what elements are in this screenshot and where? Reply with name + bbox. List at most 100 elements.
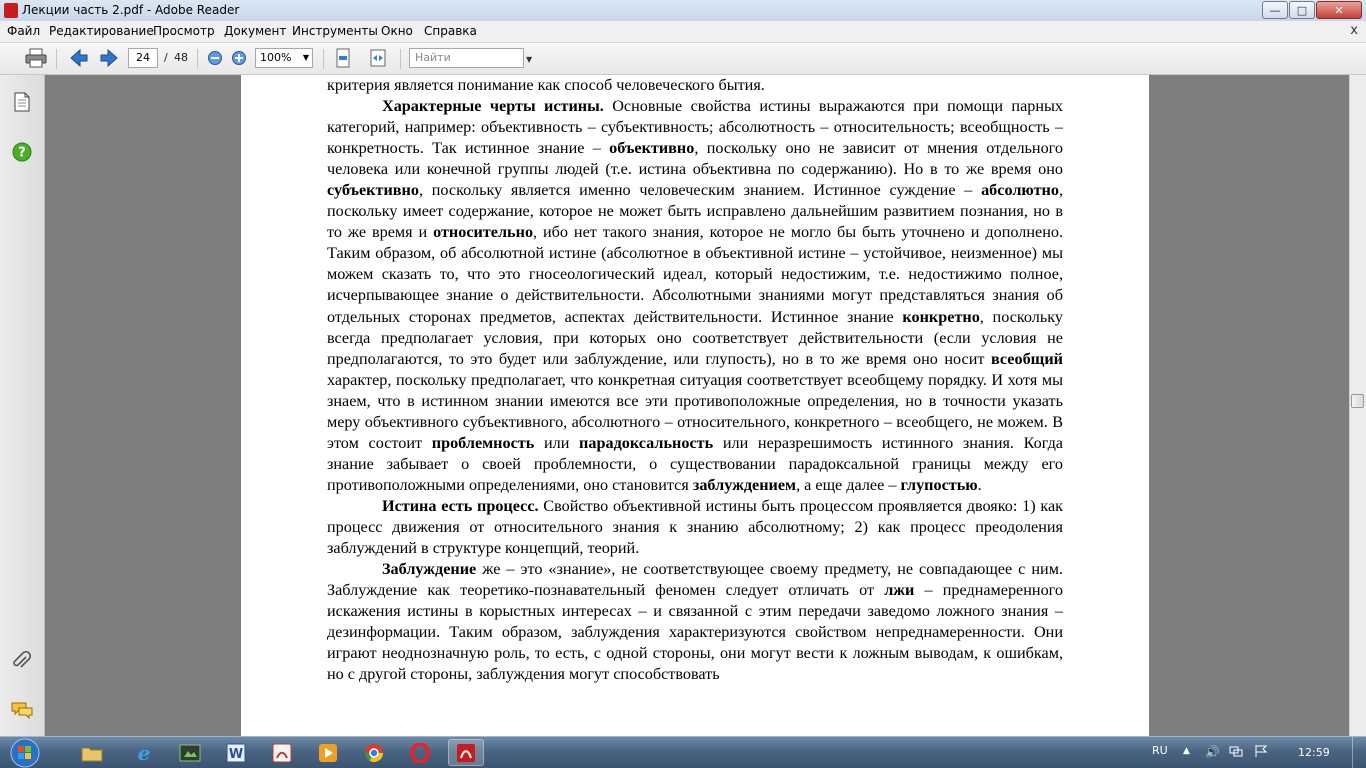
chevron-down-icon: ▼ bbox=[302, 53, 309, 62]
bold-term: конкретно bbox=[902, 307, 980, 326]
folder-icon bbox=[81, 747, 103, 761]
menu-bar: Файл Редактирование Просмотр Документ Ин… bbox=[0, 21, 1366, 43]
menu-document[interactable]: Документ bbox=[224, 24, 286, 38]
document-paragraph: Заблуждение же – это «знание», не соотве… bbox=[327, 559, 1063, 685]
taskbar-word[interactable]: W bbox=[218, 739, 254, 766]
bold-term: Истина есть процесс. bbox=[382, 496, 539, 515]
text-run: критерия является понимание как способ ч… bbox=[327, 76, 765, 94]
next-page-button[interactable] bbox=[97, 47, 121, 69]
menu-tools[interactable]: Инструменты bbox=[292, 24, 378, 38]
zoom-in-button[interactable] bbox=[227, 47, 251, 69]
bold-term: заблуждением bbox=[692, 475, 797, 494]
zoom-out-icon bbox=[208, 51, 222, 65]
fit-page-button[interactable] bbox=[331, 47, 355, 69]
document-paragraph: критерия является понимание как способ ч… bbox=[327, 75, 1063, 96]
close-button[interactable]: ✕ bbox=[1316, 1, 1362, 19]
printer-icon bbox=[25, 48, 47, 68]
start-button[interactable] bbox=[4, 737, 46, 768]
bold-term: абсолютно bbox=[981, 181, 1059, 200]
menu-help[interactable]: Справка bbox=[424, 24, 477, 38]
text-run: или bbox=[534, 433, 580, 452]
bold-term: относительно bbox=[433, 223, 534, 242]
bold-term: глупостью bbox=[900, 475, 978, 494]
pages-panel-button[interactable] bbox=[10, 90, 34, 114]
menu-window[interactable]: Окно bbox=[381, 24, 413, 38]
close-document-icon[interactable]: x bbox=[1350, 23, 1358, 38]
fit-width-icon bbox=[370, 49, 386, 67]
search-options-chevron-icon[interactable]: ▼ bbox=[526, 55, 532, 64]
comment-icon bbox=[11, 702, 33, 719]
print-button[interactable] bbox=[24, 47, 48, 69]
page-separator: / bbox=[164, 51, 168, 64]
total-pages: 48 bbox=[174, 51, 188, 64]
zoom-out-button[interactable] bbox=[203, 47, 227, 69]
taskbar-chrome[interactable] bbox=[356, 739, 392, 766]
svg-text:e: e bbox=[138, 742, 151, 764]
network-icon[interactable] bbox=[1229, 744, 1243, 761]
bold-term: субъективно bbox=[327, 181, 419, 200]
window-title: Лекции часть 2.pdf - Adobe Reader bbox=[22, 3, 240, 17]
vertical-scrollbar[interactable] bbox=[1349, 75, 1366, 736]
svg-text:?: ? bbox=[18, 146, 26, 161]
navigation-panel: ? bbox=[0, 75, 45, 736]
taskbar-media[interactable] bbox=[172, 739, 208, 766]
arrow-right-icon bbox=[100, 49, 118, 67]
bold-term: Характерные черты истины. bbox=[382, 97, 604, 116]
scrollbar-thumb[interactable] bbox=[1351, 394, 1364, 408]
fit-page-icon bbox=[336, 48, 350, 68]
menu-edit[interactable]: Редактирование bbox=[49, 24, 154, 38]
menu-file[interactable]: Файл bbox=[7, 24, 40, 38]
opera-icon bbox=[410, 742, 430, 763]
bold-term: всеобщий bbox=[990, 349, 1063, 368]
document-paragraph: Характерные черты истины. Основные свойс… bbox=[327, 96, 1063, 496]
maximize-button[interactable]: □ bbox=[1289, 1, 1315, 19]
language-indicator[interactable]: RU bbox=[1152, 744, 1168, 757]
taskbar-pdf-app[interactable] bbox=[264, 739, 300, 766]
bold-term: объективно bbox=[609, 139, 695, 158]
internet-explorer-icon: e bbox=[138, 742, 151, 764]
text-run: , а еще далее – bbox=[796, 475, 901, 494]
acrobat-icon bbox=[272, 743, 292, 762]
fit-width-button[interactable] bbox=[366, 47, 390, 69]
windows-logo-icon bbox=[10, 738, 40, 767]
document-text: критерия является понимание как способ ч… bbox=[327, 75, 1063, 685]
bold-term: проблемность bbox=[431, 433, 535, 452]
adobe-reader-icon bbox=[4, 3, 18, 18]
taskbar-adobe-reader[interactable] bbox=[448, 739, 484, 766]
show-desktop-button[interactable] bbox=[1352, 737, 1366, 768]
word-icon: W bbox=[226, 743, 246, 762]
media-player-icon bbox=[319, 743, 337, 762]
show-hidden-icons-icon[interactable]: ▲ bbox=[1183, 746, 1190, 756]
text-run: , поскольку является именно человеческим… bbox=[418, 181, 982, 200]
pdf-page: критерия является понимание как способ ч… bbox=[241, 75, 1149, 736]
bold-term: Заблуждение bbox=[382, 560, 477, 579]
arrow-left-icon bbox=[70, 49, 88, 67]
minimize-button[interactable]: — bbox=[1262, 1, 1288, 19]
taskbar-internet-explorer[interactable]: e bbox=[126, 739, 162, 766]
toolbar: 24 / 48 100% ▼ Найти ▼ bbox=[0, 43, 1366, 75]
document-paragraph: Истина есть процесс. Свойство объективно… bbox=[327, 496, 1063, 559]
page-number-input[interactable]: 24 bbox=[128, 48, 158, 68]
taskbar-opera[interactable] bbox=[402, 739, 438, 766]
clock[interactable]: 12:59 bbox=[1298, 746, 1330, 759]
page-icon bbox=[14, 92, 30, 112]
action-center-icon[interactable] bbox=[1254, 744, 1268, 761]
comments-button[interactable] bbox=[10, 698, 34, 722]
zoom-select[interactable]: 100% ▼ bbox=[255, 48, 313, 68]
taskbar-explorer[interactable] bbox=[74, 739, 110, 766]
taskbar: e W RU ▲ 🔊 12:59 bbox=[0, 736, 1366, 768]
adobe-reader-taskbar-icon bbox=[457, 743, 475, 762]
svg-text:W: W bbox=[229, 747, 243, 762]
text-run: . bbox=[977, 475, 982, 494]
help-button[interactable]: ? bbox=[10, 140, 34, 164]
attachments-button[interactable] bbox=[10, 649, 34, 673]
paperclip-icon bbox=[13, 651, 32, 668]
title-bar: Лекции часть 2.pdf - Adobe Reader — □ ✕ bbox=[0, 0, 1366, 21]
previous-page-button[interactable] bbox=[67, 47, 91, 69]
search-input[interactable]: Найти bbox=[409, 48, 524, 68]
chrome-icon bbox=[365, 743, 383, 762]
volume-icon[interactable]: 🔊 bbox=[1205, 745, 1220, 759]
taskbar-media-player[interactable] bbox=[310, 739, 346, 766]
media-icon bbox=[179, 744, 201, 761]
menu-view[interactable]: Просмотр bbox=[153, 24, 215, 38]
